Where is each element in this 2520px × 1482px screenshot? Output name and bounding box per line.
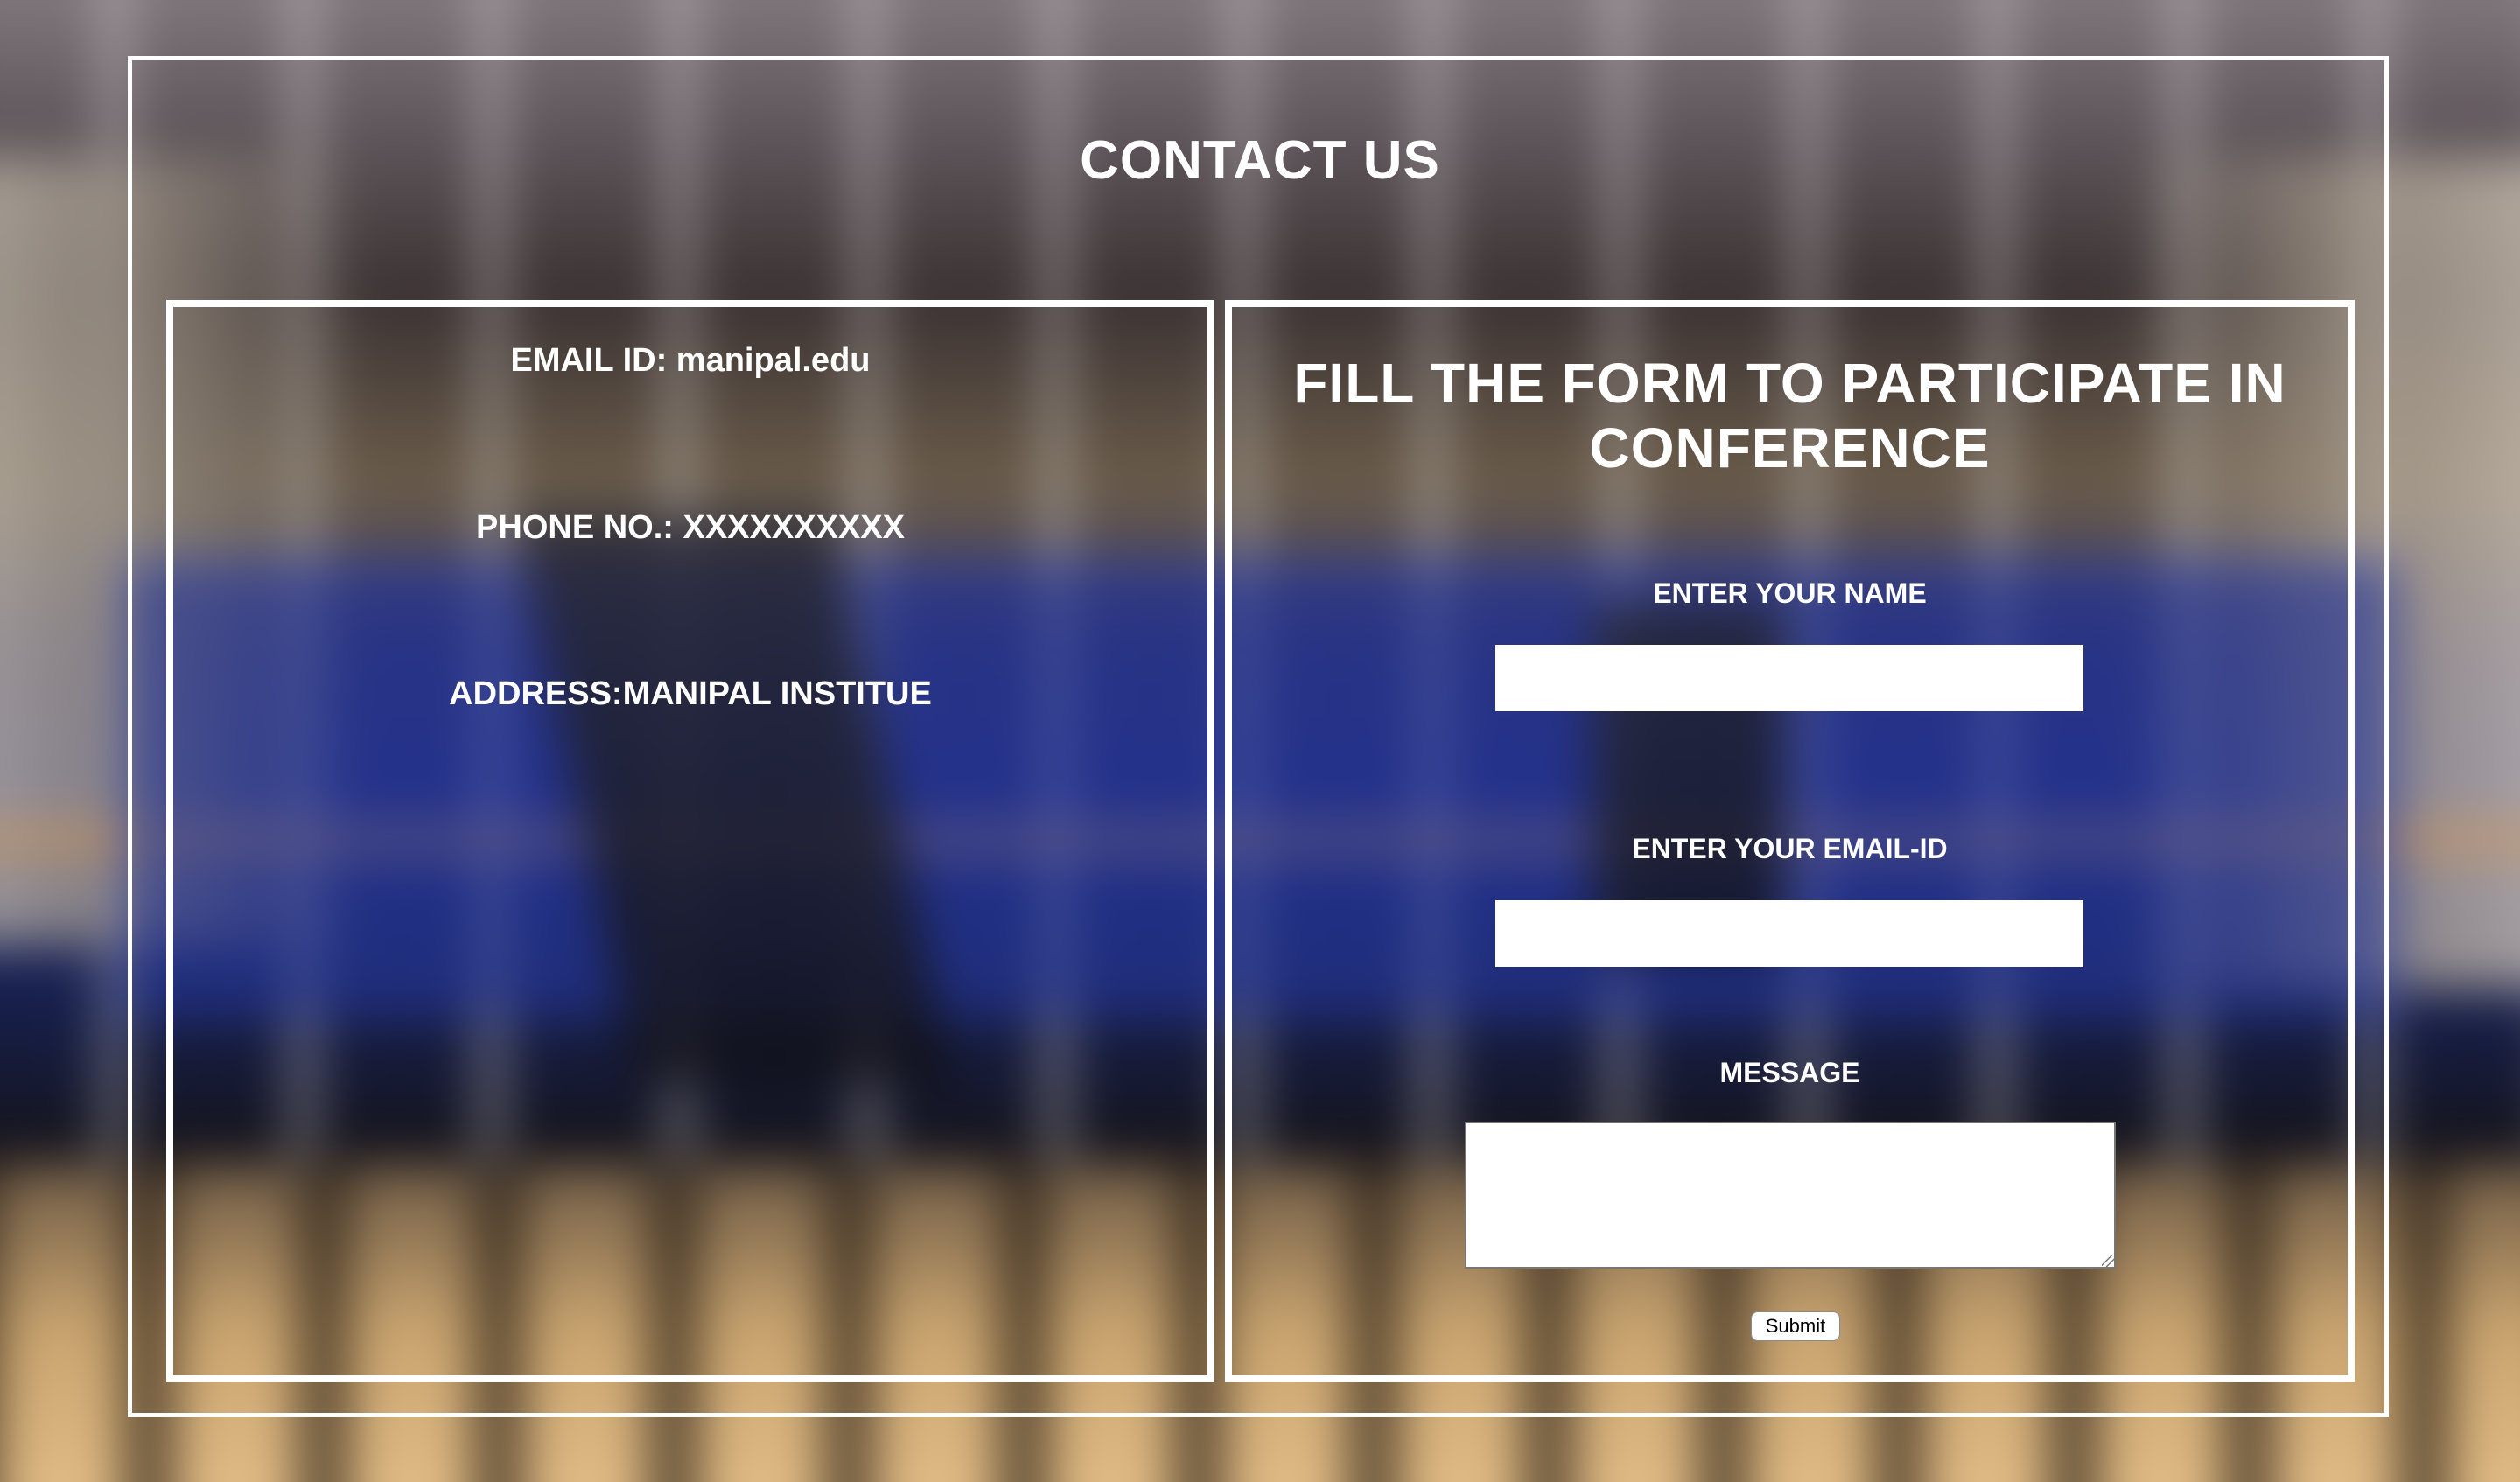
registration-form-panel: FILL THE FORM TO PARTICIPATE IN CONFEREN…	[1225, 300, 2355, 1382]
submit-button[interactable]: Submit	[1751, 1311, 1840, 1341]
contact-phone: PHONE NO.: XXXXXXXXXX	[476, 509, 905, 546]
email-input[interactable]	[1495, 900, 2083, 967]
form-title-line-1: FILL THE FORM TO PARTICIPATE IN	[1293, 352, 2286, 415]
message-textarea[interactable]	[1465, 1122, 2116, 1269]
email-label: ENTER YOUR EMAIL-ID	[1632, 833, 1948, 864]
message-label: MESSAGE	[1719, 1057, 1860, 1088]
form-title-line-2: CONFERENCE	[1589, 416, 1991, 479]
name-label: ENTER YOUR NAME	[1653, 577, 1927, 609]
contact-address: ADDRESS:MANIPAL INSTITUE	[449, 675, 932, 712]
form-title: FILL THE FORM TO PARTICIPATE IN CONFEREN…	[1267, 351, 2313, 480]
resize-grip-icon[interactable]	[2102, 1255, 2114, 1267]
contact-email: EMAIL ID: manipal.edu	[510, 342, 871, 379]
page-title: CONTACT US	[1080, 130, 1440, 191]
name-input[interactable]	[1495, 645, 2083, 711]
contact-info-panel: EMAIL ID: manipal.edu PHONE NO.: XXXXXXX…	[166, 300, 1214, 1382]
